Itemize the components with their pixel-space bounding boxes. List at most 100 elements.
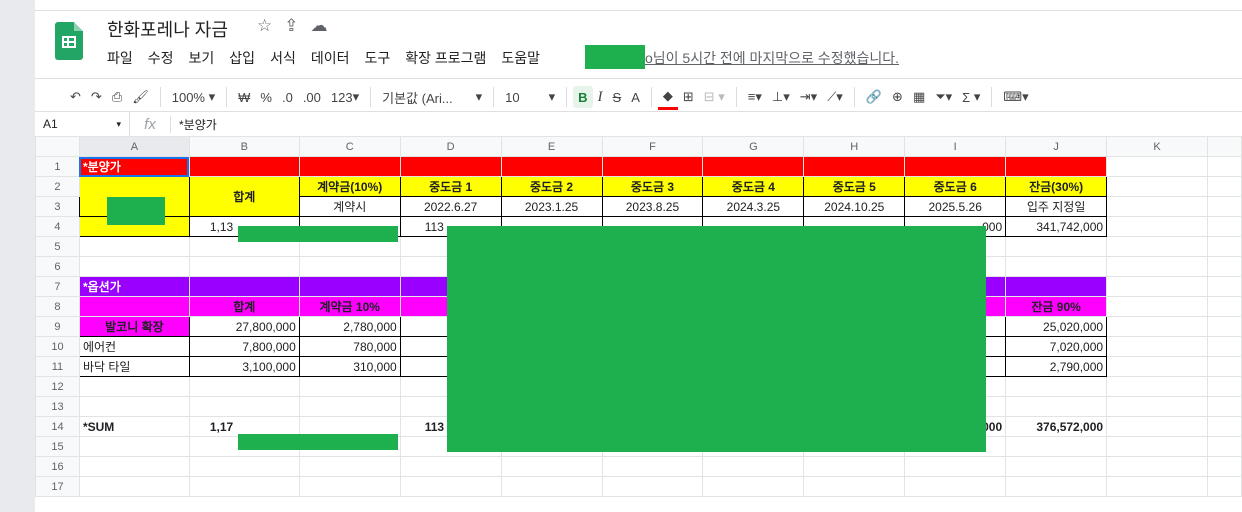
cell[interactable]: [1206, 196, 1242, 217]
cell[interactable]: [1005, 456, 1108, 477]
cell[interactable]: [78, 456, 190, 477]
vertical-align-icon[interactable]: ⊥▾: [767, 86, 795, 108]
fill-color-icon[interactable]: ◆: [657, 85, 678, 110]
cell[interactable]: [298, 256, 401, 277]
cell[interactable]: [1106, 336, 1208, 357]
cell[interactable]: [1106, 316, 1208, 337]
cell[interactable]: [1106, 396, 1208, 417]
zoom-select[interactable]: 100% ▾: [167, 86, 220, 108]
menu-view[interactable]: 보기: [189, 48, 215, 68]
column-header-g[interactable]: G: [702, 136, 805, 157]
paint-format-icon[interactable]: 🖌: [127, 86, 154, 108]
cell[interactable]: [1005, 156, 1108, 177]
cell[interactable]: [1206, 436, 1242, 457]
cell-a10[interactable]: 에어컨: [78, 336, 190, 357]
cell[interactable]: [1106, 456, 1208, 477]
column-header-i[interactable]: I: [904, 136, 1007, 157]
cell-j2[interactable]: 잔금(30%): [1005, 176, 1108, 197]
cell[interactable]: [702, 476, 805, 497]
currency-format-button[interactable]: ₩: [233, 86, 255, 108]
cell[interactable]: [399, 156, 502, 177]
cell-i2[interactable]: 중도금 6: [904, 176, 1007, 197]
redo-icon[interactable]: ↷: [86, 86, 107, 108]
cell[interactable]: [1206, 356, 1242, 377]
functions-button[interactable]: Σ ▾: [957, 86, 985, 108]
merge-cells-icon[interactable]: ⊟ ▾: [699, 86, 730, 108]
cell[interactable]: [78, 396, 190, 417]
cloud-status-icon[interactable]: ☁: [311, 16, 328, 36]
column-header-l[interactable]: [1206, 136, 1242, 157]
menu-extensions[interactable]: 확장 프로그램: [405, 48, 486, 68]
cell[interactable]: [188, 396, 300, 417]
cell[interactable]: [78, 236, 190, 257]
row-header[interactable]: 14: [35, 416, 80, 437]
cell-c11[interactable]: 310,000: [298, 356, 401, 377]
cell-c3[interactable]: 계약시: [298, 196, 401, 217]
cell[interactable]: [1206, 316, 1242, 337]
cell-h3[interactable]: 2024.10.25: [803, 196, 906, 217]
cell-c2[interactable]: 계약금(10%): [298, 176, 401, 197]
cell-f2[interactable]: 중도금 3: [601, 176, 704, 197]
row-header[interactable]: 10: [35, 336, 80, 357]
cell-a1[interactable]: *분양가: [78, 156, 190, 177]
cell[interactable]: [1005, 256, 1108, 277]
filter-icon[interactable]: ⏷▾: [930, 86, 957, 108]
cell[interactable]: [1206, 236, 1242, 257]
cell[interactable]: [1005, 436, 1108, 457]
cell[interactable]: [1106, 276, 1208, 297]
column-header-f[interactable]: F: [601, 136, 704, 157]
cell[interactable]: [1106, 436, 1208, 457]
cell[interactable]: [298, 376, 401, 397]
row-header[interactable]: 6: [35, 256, 80, 277]
borders-icon[interactable]: ⊞: [678, 86, 699, 108]
cell[interactable]: [1106, 376, 1208, 397]
last-edit-message[interactable]: o님이 5시간 전에 마지막으로 수정했습니다.: [645, 48, 899, 68]
cell[interactable]: [1206, 376, 1242, 397]
cell-g2[interactable]: 중도금 4: [702, 176, 805, 197]
menu-tools[interactable]: 도구: [364, 48, 390, 68]
cell[interactable]: [1106, 176, 1208, 197]
name-box[interactable]: A1 ▾: [35, 112, 130, 136]
column-header-k[interactable]: K: [1106, 136, 1208, 157]
column-header-h[interactable]: H: [803, 136, 906, 157]
cell[interactable]: [601, 476, 704, 497]
cell[interactable]: [1106, 196, 1208, 217]
text-wrap-icon[interactable]: ⇥▾: [795, 86, 822, 108]
cell-j10[interactable]: 7,020,000: [1005, 336, 1108, 357]
cell[interactable]: [188, 276, 300, 297]
menu-insert[interactable]: 삽입: [229, 48, 255, 68]
row-header[interactable]: 9: [35, 316, 80, 337]
cell[interactable]: [1106, 256, 1208, 277]
cell[interactable]: [1106, 236, 1208, 257]
cell[interactable]: [78, 376, 190, 397]
cell-b9[interactable]: 27,800,000: [188, 316, 300, 337]
row-header[interactable]: 2: [35, 176, 80, 197]
cell[interactable]: [298, 156, 401, 177]
cell[interactable]: [188, 456, 300, 477]
cell[interactable]: [500, 156, 603, 177]
cell-f3[interactable]: 2023.8.25: [601, 196, 704, 217]
sheets-logo-icon[interactable]: [55, 22, 83, 60]
cell[interactable]: [1106, 416, 1208, 437]
cell[interactable]: [904, 456, 1007, 477]
cell[interactable]: [1005, 476, 1108, 497]
cell[interactable]: [1005, 276, 1108, 297]
decrease-decimal-button[interactable]: .0: [277, 86, 298, 108]
cell[interactable]: [1206, 476, 1242, 497]
row-header[interactable]: 7: [35, 276, 80, 297]
move-to-drive-icon[interactable]: ⇪: [284, 16, 298, 36]
doc-title[interactable]: 한화포레나 자금: [107, 16, 228, 42]
cell-a9[interactable]: 발코니 확장: [78, 316, 190, 337]
cell[interactable]: [399, 456, 502, 477]
cell-c9[interactable]: 2,780,000: [298, 316, 401, 337]
row-header[interactable]: 12: [35, 376, 80, 397]
cell-g3[interactable]: 2024.3.25: [702, 196, 805, 217]
row-header[interactable]: 13: [35, 396, 80, 417]
cell[interactable]: [298, 276, 401, 297]
insert-chart-icon[interactable]: ▦: [908, 86, 930, 108]
row-header[interactable]: 1: [35, 156, 80, 177]
cell[interactable]: [1206, 456, 1242, 477]
cell-j11[interactable]: 2,790,000: [1005, 356, 1108, 377]
column-header-a[interactable]: A: [78, 136, 190, 157]
cell-a7[interactable]: *옵션가: [78, 276, 190, 297]
